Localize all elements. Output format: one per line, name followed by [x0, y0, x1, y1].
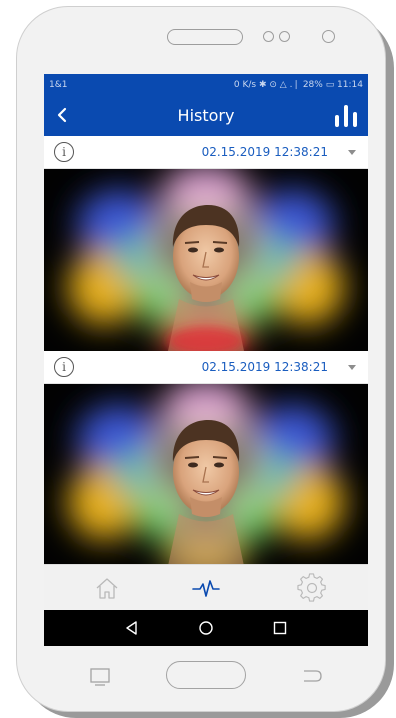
info-icon[interactable]: i [54, 357, 74, 377]
face-heatmap-image [44, 169, 368, 351]
status-bar: 1&1 0 K/s ✱ ⊙ △ .❘ 28% ▭ 11:14 [44, 74, 368, 96]
back-triangle-icon[interactable] [124, 620, 140, 636]
home-icon[interactable] [92, 573, 122, 603]
status-indicators: 0 K/s ✱ ⊙ △ .❘ 28% ▭ 11:14 [233, 80, 363, 90]
caret-down-icon[interactable] [348, 365, 356, 370]
face-heatmap-image [44, 384, 368, 564]
history-entry: i 02.15.2019 12:38:21 [44, 136, 368, 351]
history-list[interactable]: i 02.15.2019 12:38:21 i 02.15.2019 12:38… [44, 136, 368, 564]
hardware-back-icon[interactable] [300, 668, 324, 684]
hardware-recents-icon[interactable] [89, 667, 111, 687]
caret-down-icon[interactable] [348, 150, 356, 155]
system-navigation-bar [44, 610, 368, 646]
entry-date: 02.15.2019 12:38:21 [201, 360, 328, 374]
earpiece-speaker [167, 29, 243, 45]
history-entry: i 02.15.2019 12:38:21 [44, 351, 368, 564]
stats-bars-icon[interactable] [332, 101, 360, 131]
front-camera [322, 30, 335, 43]
carrier-label: 1&1 [49, 80, 68, 90]
pulse-icon[interactable] [191, 573, 221, 603]
info-icon[interactable]: i [54, 142, 74, 162]
sensor-dot [263, 31, 274, 42]
page-title: History [177, 106, 235, 125]
gear-icon[interactable] [297, 573, 327, 603]
bottom-navigation [44, 564, 368, 610]
hardware-home-button[interactable] [166, 661, 246, 689]
app-bar: History [44, 96, 368, 136]
recents-square-icon[interactable] [272, 620, 288, 636]
sensor-dot [279, 31, 290, 42]
entry-header[interactable]: i 02.15.2019 12:38:21 [44, 351, 368, 384]
home-circle-icon[interactable] [198, 620, 214, 636]
entry-header[interactable]: i 02.15.2019 12:38:21 [44, 136, 368, 169]
phone-screen: 1&1 0 K/s ✱ ⊙ △ .❘ 28% ▭ 11:14 History i… [44, 74, 368, 646]
entry-date: 02.15.2019 12:38:21 [201, 145, 328, 159]
